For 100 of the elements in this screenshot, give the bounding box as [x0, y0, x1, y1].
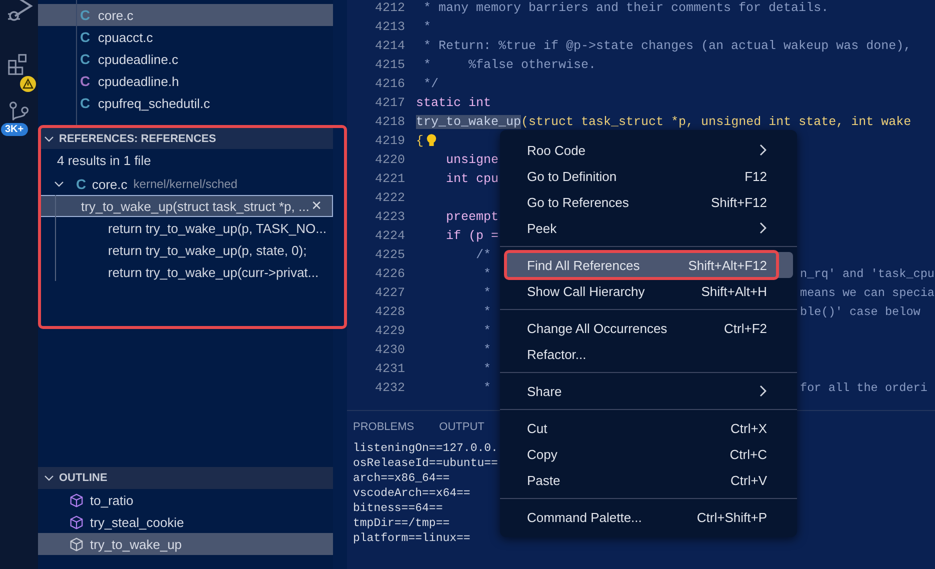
- line-number: 4217: [374, 96, 405, 110]
- code-line: *: [482, 342, 492, 356]
- code-line: *: [482, 266, 492, 280]
- panel-tab[interactable]: PROBLEMS: [353, 421, 414, 433]
- code-line: */: [422, 76, 439, 90]
- code-line: *: [482, 304, 492, 318]
- output-line: tmpDir==/tmp==: [353, 516, 450, 531]
- menu-item[interactable]: Go to Definition F12: [504, 163, 793, 189]
- lightbulb-icon[interactable]: [426, 133, 437, 148]
- line-number: 4232: [374, 380, 405, 394]
- output-line: arch==x86_64==: [353, 471, 450, 486]
- menu-item[interactable]: Copy Ctrl+C: [504, 441, 793, 467]
- reference-item[interactable]: return try_to_wake_up(curr->privat...: [38, 261, 333, 283]
- line-number: 4231: [374, 362, 405, 376]
- code-text: n_rq' and 'task_cpu: [800, 266, 935, 280]
- line-number: 4230: [374, 342, 405, 356]
- output-line: vscodeArch==x64==: [353, 486, 470, 501]
- menu-item[interactable]: Show Call Hierarchy Shift+Alt+H: [504, 278, 793, 304]
- line-number: 4225: [374, 248, 405, 262]
- code-line: {: [416, 134, 424, 148]
- code-line: if (p =: [445, 228, 499, 242]
- code-text: ble()' case below: [800, 304, 920, 318]
- menu-item[interactable]: Cut Ctrl+X: [504, 415, 793, 441]
- results-summary: 4 results in 1 file: [56, 152, 152, 170]
- line-number: 4220: [374, 152, 405, 166]
- line-number: 4213: [374, 20, 405, 34]
- cube-icon: [69, 514, 84, 530]
- line-number: 4228: [374, 304, 405, 318]
- file-item[interactable]: C cpufreq_schedutil.c: [38, 92, 333, 114]
- code-line: int cpu: [445, 172, 499, 186]
- code-line: preempt: [445, 210, 499, 224]
- reference-item[interactable]: return try_to_wake_up(p, state, 0);: [38, 239, 333, 261]
- output-line: bitness==64==: [353, 501, 443, 516]
- line-number: 4229: [374, 324, 405, 338]
- output-line: platform==linux==: [353, 531, 470, 546]
- section-header[interactable]: REFERENCES: REFERENCES: [38, 128, 333, 149]
- chevron-icon: [54, 179, 64, 189]
- code-line: * many memory barriers and their comments for details.: [422, 0, 829, 14]
- line-number: 4215: [374, 58, 405, 72]
- line-number: 4226: [374, 266, 405, 280]
- c-file-icon: C: [76, 176, 86, 192]
- line-number: 4227: [374, 286, 405, 300]
- c-file-icon: C: [80, 95, 90, 111]
- run-debug-icon[interactable]: [5, 0, 33, 24]
- code-line: unsigne: [445, 152, 499, 166]
- menu-item[interactable]: Share: [504, 378, 793, 404]
- file-item[interactable]: C cpudeadline.c: [38, 48, 333, 70]
- menu-item[interactable]: Find All References Shift+Alt+F12: [504, 252, 793, 278]
- tree-item[interactable]: C core.c kernel/kernel/sched: [38, 173, 333, 195]
- code-line: static int: [416, 96, 492, 110]
- reference-item[interactable]: return try_to_wake_up(p, TASK_NO...: [38, 217, 333, 239]
- section-header[interactable]: OUTLINE: [38, 467, 333, 489]
- output-line: listeningOn==127.0.0.: [353, 441, 498, 456]
- file-item[interactable]: C core.c: [38, 4, 333, 26]
- reference-item[interactable]: try_to_wake_up(struct task_struct *p, ...✕: [38, 195, 333, 217]
- file-item[interactable]: C cpudeadline.h: [38, 70, 333, 92]
- cube-icon: [69, 536, 84, 552]
- menu-item[interactable]: Command Palette... Ctrl+Shift+P: [504, 504, 793, 530]
- close-icon[interactable]: ✕: [311, 198, 322, 214]
- code-line: * Return: %true if @p->state changes (an actual wakeup was done),: [422, 38, 912, 52]
- line-number: 4219: [374, 134, 405, 148]
- line-number: 4216: [374, 76, 405, 90]
- panel-tab[interactable]: OUTPUT: [439, 421, 484, 433]
- cube-icon: [69, 492, 84, 508]
- code-line: /*: [475, 248, 492, 262]
- c-file-icon: C: [80, 7, 90, 23]
- menu-item[interactable]: Change All Occurrences Ctrl+F2: [504, 315, 793, 341]
- source-control-icon[interactable]: [9, 101, 29, 122]
- code-line: *: [422, 20, 432, 34]
- section-title: OUTLINE: [59, 472, 108, 484]
- line-number: 4218: [374, 114, 405, 128]
- menu-item[interactable]: Paste Ctrl+V: [504, 467, 793, 493]
- code-text: means we can specia: [800, 286, 935, 300]
- menu-item[interactable]: Roo Code: [504, 137, 793, 163]
- line-number: 4223: [374, 210, 405, 224]
- c-file-icon: C: [80, 29, 90, 45]
- c-file-icon: C: [80, 51, 90, 67]
- code-line: *: [482, 362, 492, 376]
- count-badge: 3K+: [1, 123, 28, 136]
- menu-item[interactable]: Peek: [504, 215, 793, 241]
- output-line: osReleaseId==ubuntu==: [353, 456, 498, 471]
- code-line: *: [482, 286, 492, 300]
- code-line: *: [482, 324, 492, 338]
- file-item[interactable]: C cpuacct.c: [38, 26, 333, 48]
- code-text: for all the orderi: [800, 380, 928, 394]
- outline-item[interactable]: to_ratio: [38, 489, 333, 511]
- outline-item[interactable]: try_to_wake_up: [38, 533, 333, 555]
- line-number: 4221: [374, 172, 405, 186]
- line-number: 4224: [374, 228, 405, 242]
- line-number: 4212: [374, 0, 405, 14]
- menu-item[interactable]: Refactor...: [504, 341, 793, 367]
- outline-item[interactable]: try_steal_cookie: [38, 511, 333, 533]
- code-line: *: [482, 380, 492, 394]
- chevron-icon: [44, 134, 54, 144]
- code-line: * %false otherwise.: [422, 58, 596, 72]
- line-number: 4214: [374, 38, 405, 52]
- code-line: try_to_wake_up(struct task_struct *p, unsigned int state, int wake: [416, 114, 912, 128]
- chevron-icon: [44, 473, 54, 483]
- line-number: 4222: [374, 190, 405, 204]
- menu-item[interactable]: Go to References Shift+F12: [504, 189, 793, 215]
